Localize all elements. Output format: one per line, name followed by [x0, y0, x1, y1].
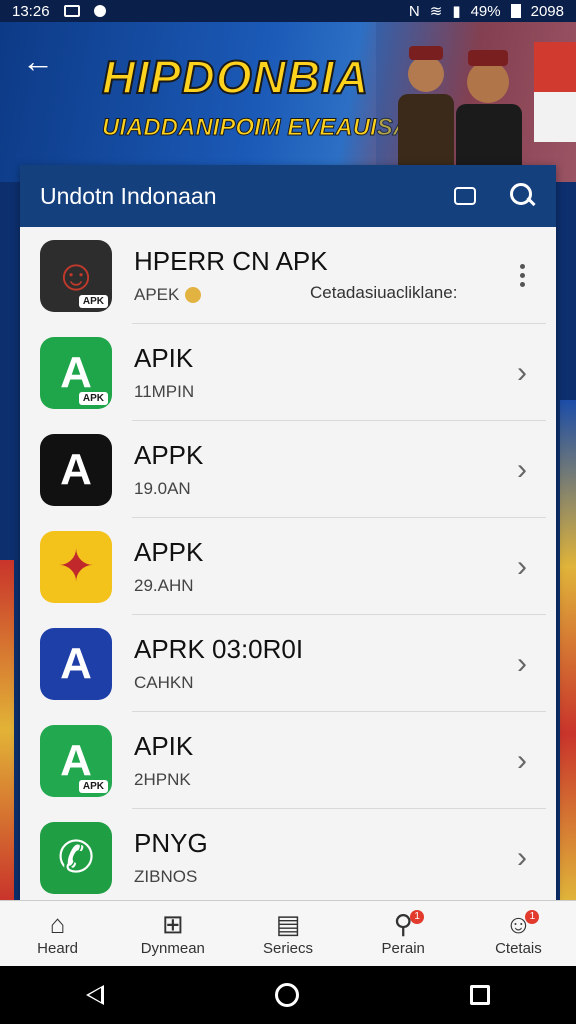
chevron-right-icon[interactable]: › [500, 642, 544, 686]
search-icon[interactable] [510, 183, 536, 209]
banner-people-illustration [376, 22, 576, 182]
battery-icon [510, 4, 521, 18]
app-subtitle: 11MPIN [134, 382, 195, 401]
notification-badge: 1 [525, 910, 540, 924]
left-flag-decoration [0, 560, 14, 900]
app-subtitle: 19.0AN [134, 479, 191, 498]
nfc-icon: N [408, 2, 420, 20]
app-subtitle: 2HPNK [134, 770, 191, 789]
app-icon: A APK [40, 336, 112, 409]
nav-label: Heard [37, 940, 79, 957]
list-item[interactable]: ☺ APK HPERR CN APK APEK Cetadasiuacliklane: [20, 227, 556, 324]
coin-icon [185, 287, 202, 303]
list-item[interactable]: A APRK 03:0R0I CAHKN › [20, 615, 556, 712]
list-item[interactable]: A APK APIK 2HPNK › [20, 712, 556, 809]
app-icon: A APK [40, 724, 112, 797]
nav-item[interactable]: ⌂ Heard [0, 901, 115, 966]
app-list-card: Undotn Indonaan ☺ APK HPERR CN APK APEK Ceta… [20, 165, 556, 900]
signal-icon: ▮ [452, 3, 461, 20]
banner-title: HIPDONBIA [101, 50, 370, 104]
app-icon: A [40, 433, 112, 506]
app-name: APIK [134, 731, 194, 761]
profile-icon: ☺ 1 [503, 909, 540, 939]
app-icon: A [40, 627, 112, 700]
app-name: APPK [134, 440, 204, 470]
banner-subtitle: UIADDANIPOIM EVEAUISA [101, 114, 411, 142]
nav-label: Dynmean [140, 940, 205, 957]
app-icon-tag: APK [78, 294, 108, 308]
status-bar: 13:26 N ≋ ▮ 49% 2098 [0, 0, 576, 22]
app-name: APPK [134, 537, 204, 567]
system-back-icon[interactable] [85, 985, 104, 1005]
chevron-right-icon[interactable]: › [500, 836, 544, 880]
app-icon-tag: APK [78, 391, 108, 405]
nav-item[interactable]: ▤ Seriecs [230, 901, 345, 966]
app-name: APIK [134, 343, 194, 373]
home-icon: ⌂ [49, 908, 66, 939]
app-name: APRK 03:0R0I [134, 634, 304, 664]
list-item[interactable]: A APK APIK 11MPIN › [20, 324, 556, 421]
battery-percent: 49% [470, 2, 501, 20]
app-subtitle: CAHKN [134, 673, 194, 692]
nav-item[interactable]: ⊞ Dynmean [115, 901, 230, 966]
app-subtitle: 29.AHN [134, 576, 194, 595]
nav-item[interactable]: ⚲ 1 Perain [346, 901, 461, 966]
nav-label: Ctetais [495, 940, 542, 957]
app-subtitle: ZIBNOS [134, 867, 198, 886]
nav-label: Seriecs [262, 940, 314, 957]
app-icon-glyph: A [60, 638, 92, 688]
app-icon: ✆ [40, 821, 112, 894]
system-recents-icon[interactable] [470, 985, 491, 1005]
app-extra-text: Cetadasiuacliklane: [310, 283, 458, 302]
app-icon: ✦ [40, 530, 112, 603]
back-arrow-icon[interactable]: ← [22, 44, 56, 78]
system-home-icon[interactable] [274, 983, 299, 1007]
chevron-right-icon[interactable]: › [500, 351, 544, 395]
chevron-right-icon[interactable]: › [500, 545, 544, 589]
app-icon-glyph: ✦ [57, 542, 95, 591]
search-badge-icon: ⚲ 1 [388, 909, 425, 939]
refresh-icon[interactable] [454, 187, 476, 205]
list-item[interactable]: A APPK 19.0AN › [20, 421, 556, 518]
sync-icon [93, 5, 106, 17]
list-item[interactable]: ✦ APPK 29.AHN › [20, 518, 556, 615]
right-flag-decoration [560, 400, 576, 900]
notification-icon [63, 5, 80, 17]
header-banner: ← HIPDONBIA UIADDANIPOIM EVEAUISA [0, 22, 576, 182]
list-item[interactable]: ✆ PNYG ZIBNOS › [20, 809, 556, 906]
chevron-right-icon[interactable]: › [500, 448, 544, 492]
app-icon-tag: APK [78, 779, 108, 793]
more-options-icon[interactable] [500, 254, 544, 298]
status-clock: 2098 [530, 2, 564, 20]
wifi-icon: ≋ [429, 3, 443, 20]
app-icon: ☺ APK [40, 239, 112, 312]
briefcase-icon: ▤ [275, 908, 301, 939]
app-name: HPERR CN APK [134, 246, 328, 276]
app-subtitle: APEK [134, 285, 180, 304]
nav-item[interactable]: ☺ 1 Ctetais [461, 901, 576, 966]
app-name: PNYG [134, 828, 208, 858]
card-header: Undotn Indonaan [20, 165, 556, 227]
card-title: Undotn Indonaan [40, 182, 217, 209]
app-icon-glyph: A [60, 444, 92, 494]
status-time: 13:26 [12, 2, 50, 20]
add-box-icon: ⊞ [161, 908, 184, 939]
bottom-navigation: ⌂ Heard ⊞ Dynmean ▤ Seriecs ⚲ 1 Perain ☺ 1 Ctetais [0, 900, 576, 966]
system-navigation-bar [0, 966, 576, 1024]
app-list: ☺ APK HPERR CN APK APEK Cetadasiuacliklane: A… [20, 227, 556, 906]
chevron-right-icon[interactable]: › [500, 739, 544, 783]
notification-badge: 1 [410, 910, 425, 924]
nav-label: Perain [381, 940, 425, 957]
app-icon-glyph: ✆ [57, 833, 95, 882]
